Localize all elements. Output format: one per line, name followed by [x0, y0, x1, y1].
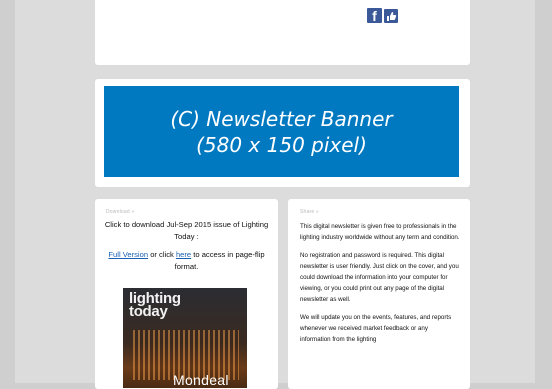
cover-title: Mondeal	[173, 372, 229, 388]
cover-masthead: lighting today	[129, 291, 181, 319]
download-links: Full Version or click here to access in …	[104, 249, 269, 273]
download-heading: Download »	[106, 209, 135, 215]
header-card	[95, 0, 470, 65]
magazine-cover[interactable]: lighting today Mondeal	[123, 288, 247, 388]
full-version-link[interactable]: Full Version	[108, 250, 148, 259]
share-heading: Share »	[300, 209, 319, 215]
social-share[interactable]: f	[367, 8, 398, 24]
download-text: Click to download Jul-Sep 2015 issue of …	[104, 219, 269, 279]
share-paragraph-2: No registration and password is required…	[300, 252, 459, 303]
thumbs-up-icon[interactable]	[384, 8, 398, 23]
download-intro: Click to download Jul-Sep 2015 issue of …	[104, 220, 269, 241]
here-link[interactable]: here	[176, 250, 191, 259]
share-paragraph-3: We will update you on the events, featur…	[300, 314, 452, 343]
facebook-icon[interactable]: f	[367, 8, 382, 24]
share-paragraph-1: This digital newsletter is given free to…	[300, 223, 460, 241]
newsletter-banner[interactable]: (C) Newsletter Banner (580 x 150 pixel)	[104, 86, 459, 177]
share-text: This digital newsletter is given free to…	[300, 221, 460, 352]
or-click-text: or click	[148, 250, 176, 259]
banner-line-2: (580 x 150 pixel)	[196, 132, 367, 157]
banner-line-1: (C) Newsletter Banner	[170, 106, 393, 131]
